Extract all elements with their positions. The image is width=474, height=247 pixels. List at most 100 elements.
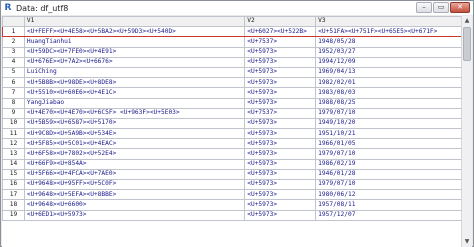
table-cell[interactable]: 1946/01/28 — [315, 168, 462, 181]
table-cell[interactable]: 1982/02/01 — [315, 77, 462, 89]
table-row[interactable]: 4 <U+676E><U+7A2><U+6676> <U+5973> 1994/12/… — [2, 56, 462, 68]
table-cell[interactable]: <U+6027><U+522B> — [244, 26, 317, 38]
table-cell[interactable]: <U+5973> — [244, 189, 317, 201]
table-cell[interactable]: 1979/07/10 — [315, 148, 462, 160]
table-cell[interactable]: 1948/05/28 — [315, 36, 462, 48]
row-number-cell[interactable]: 8 — [2, 97, 25, 109]
row-number-cell[interactable]: 1 — [2, 26, 25, 38]
table-cell[interactable]: <U+5973> — [244, 158, 317, 170]
table-row[interactable]: 13 <U+6F58><U+7802><U+52E4> <U+5973> 1979/0… — [2, 148, 462, 160]
row-number-cell[interactable]: 6 — [2, 77, 25, 89]
title-bar[interactable]: R Data: df_utf8 – ▭ ✕ — [1, 1, 473, 15]
table-row[interactable]: 2 HuangTianhui <U+7537> 1948/05/28 — [2, 36, 462, 48]
table-cell[interactable]: <U+5973> — [244, 87, 317, 99]
table-cell[interactable]: LuiChing — [23, 66, 246, 79]
minimize-button[interactable]: – — [416, 2, 432, 13]
table-row[interactable]: 12 <U+5F85><U+5C01><U+4EAC> <U+5973> 1966/0… — [2, 138, 462, 150]
column-header-rownum[interactable] — [2, 16, 25, 28]
table-cell[interactable]: 1957/12/07 — [315, 209, 462, 221]
table-cell[interactable]: 1988/08/25 — [315, 97, 462, 109]
table-cell[interactable]: <U+5973> — [244, 66, 317, 79]
table-cell[interactable]: <U+5973> — [244, 178, 317, 191]
scroll-down-icon[interactable]: ▼ — [462, 237, 472, 247]
table-cell[interactable]: <U+5973> — [244, 56, 317, 68]
table-cell[interactable]: <U+5510><U+60E6><U+4E1C> — [23, 87, 246, 99]
table-cell[interactable]: 1983/08/03 — [315, 87, 462, 99]
table-row[interactable]: 7 <U+5510><U+60E6><U+4E1C> <U+5973> 1983/08… — [2, 87, 462, 99]
table-row[interactable]: 5 LuiChing <U+5973> 1969/04/13 — [2, 66, 462, 79]
table-cell[interactable]: <U+4E70><U+4E70><U+6C5F> <U+963F><U+5E03… — [23, 107, 246, 119]
table-cell[interactable]: 1969/04/13 — [315, 66, 462, 79]
row-number-cell[interactable]: 14 — [2, 158, 25, 170]
table-cell[interactable]: 1951/10/21 — [315, 128, 462, 140]
row-number-cell[interactable]: 10 — [2, 117, 25, 130]
maximize-button[interactable]: ▭ — [433, 2, 449, 13]
column-header-v2[interactable]: V2 — [244, 16, 317, 28]
table-cell[interactable]: <U+5F66><U+4FCA><U+7AE0> — [23, 168, 246, 181]
row-number-cell[interactable]: 9 — [2, 107, 25, 119]
table-cell[interactable]: YangJiabao — [23, 97, 246, 109]
table-row[interactable]: 14 <U+66F9><U+854A> <U+5973> 1986/02/19 — [2, 158, 462, 170]
table-cell[interactable]: <U+9648><U+6600> — [23, 199, 246, 211]
row-number-cell[interactable]: 11 — [2, 128, 25, 140]
scrollbar-thumb[interactable] — [463, 27, 471, 61]
table-cell[interactable]: <U+9648><U+5EFA><U+8BBE> — [23, 189, 246, 201]
table-cell[interactable]: <U+59DC><U+7FE0><U+4E91> — [23, 46, 246, 58]
table-cell[interactable]: 1994/12/09 — [315, 56, 462, 68]
table-cell[interactable]: <U+51FA><U+751F><U+65E5><U+671F> — [315, 26, 462, 38]
table-cell[interactable]: <U+5973> — [244, 199, 317, 211]
table-cell[interactable]: <U+5B8B><U+98DE><U+8DE8> — [23, 77, 246, 89]
table-cell[interactable]: <U+7537> — [244, 36, 317, 48]
table-cell[interactable]: <U+5973> — [244, 148, 317, 160]
table-cell[interactable]: <U+5973> — [244, 117, 317, 130]
table-cell[interactable]: <U+66F9><U+854A> — [23, 158, 246, 170]
row-number-cell[interactable]: 5 — [2, 66, 25, 79]
vertical-scrollbar[interactable]: ▲ ▼ — [461, 16, 472, 247]
table-row[interactable]: 6 <U+5B8B><U+98DE><U+8DE8> <U+5973> 1982/02… — [2, 77, 462, 89]
table-cell[interactable]: 1952/03/27 — [315, 46, 462, 58]
row-number-cell[interactable]: 13 — [2, 148, 25, 160]
table-row[interactable]: 19 <U+6ED1><U+5973> <U+5973> 1957/12/07 — [2, 209, 462, 221]
table-row[interactable]: 15 <U+5F66><U+4FCA><U+7AE0> <U+5973> 1946/0… — [2, 168, 462, 181]
table-cell[interactable]: <U+5973> — [244, 46, 317, 58]
table-cell[interactable]: <U+676E><U+7A2><U+6676> — [23, 56, 246, 68]
table-cell[interactable]: <U+5973> — [244, 128, 317, 140]
scroll-up-icon[interactable]: ▲ — [462, 16, 472, 26]
row-number-cell[interactable]: 7 — [2, 87, 25, 99]
table-cell[interactable]: <U+5973> — [244, 97, 317, 109]
table-cell[interactable]: 1980/06/12 — [315, 189, 462, 201]
row-number-cell[interactable]: 12 — [2, 138, 25, 150]
table-cell[interactable]: 1986/02/19 — [315, 158, 462, 170]
table-cell[interactable]: 1979/07/10 — [315, 107, 462, 119]
table-row[interactable]: 17 <U+9648><U+5EFA><U+8BBE> <U+5973> 1980/0… — [2, 189, 462, 201]
table-row[interactable]: 8 YangJiabao <U+5973> 1988/08/25 — [2, 97, 462, 109]
table-cell[interactable]: <U+5973> — [244, 77, 317, 89]
table-cell[interactable]: <U+6F58><U+7802><U+52E4> — [23, 148, 246, 160]
table-cell[interactable]: <U+9C8D><U+5A9B><U+534E> — [23, 128, 246, 140]
table-cell[interactable]: 1979/07/10 — [315, 178, 462, 191]
table-cell[interactable]: <U+5F85><U+5C01><U+4EAC> — [23, 138, 246, 150]
close-button[interactable]: ✕ — [450, 2, 470, 13]
table-cell[interactable]: <U+FEFF><U+4E58><U+5BA2><U+59D3><U+540D> — [23, 26, 246, 38]
column-header-v3[interactable]: V3 — [315, 16, 462, 28]
row-number-cell[interactable]: 18 — [2, 199, 25, 211]
table-cell[interactable]: <U+7537> — [244, 107, 317, 119]
row-number-cell[interactable]: 15 — [2, 168, 25, 181]
table-row[interactable]: 1 <U+FEFF><U+4E58><U+5BA2><U+59D3><U+540D… — [2, 26, 462, 38]
table-cell[interactable]: <U+9648><U+95FF><U+5C0F> — [23, 178, 246, 191]
row-number-cell[interactable]: 4 — [2, 56, 25, 68]
table-cell[interactable]: <U+5973> — [244, 209, 317, 221]
table-row[interactable]: 11 <U+9C8D><U+5A9B><U+534E> <U+5973> 1951/1… — [2, 128, 462, 140]
row-number-cell[interactable]: 19 — [2, 209, 25, 221]
table-cell[interactable]: <U+5B59><U+6587><U+5170> — [23, 117, 246, 130]
column-header-v1[interactable]: V1 — [23, 16, 246, 28]
table-cell[interactable]: HuangTianhui — [23, 36, 246, 48]
table-cell[interactable]: 1957/08/11 — [315, 199, 462, 211]
table-cell[interactable]: <U+5973> — [244, 138, 317, 150]
table-row[interactable]: 16 <U+9648><U+95FF><U+5C0F> <U+5973> 1979/0… — [2, 178, 462, 191]
table-cell[interactable]: <U+5973> — [244, 168, 317, 181]
table-row[interactable]: 9 <U+4E70><U+4E70><U+6C5F> <U+963F><U+5E0… — [2, 107, 462, 119]
table-cell[interactable]: 1966/01/05 — [315, 138, 462, 150]
table-cell[interactable]: 1949/10/20 — [315, 117, 462, 130]
row-number-cell[interactable]: 16 — [2, 178, 25, 191]
